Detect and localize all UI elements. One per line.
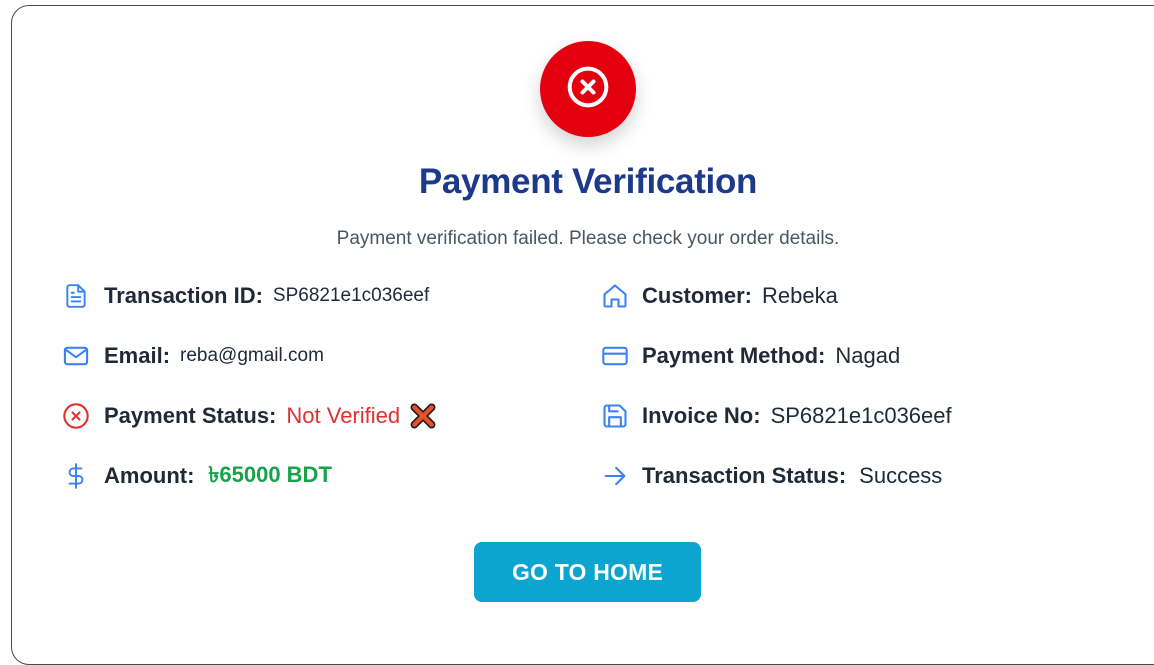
dollar-sign-icon [61, 461, 91, 491]
email-value: reba@gmail.com [180, 345, 324, 366]
status-error-badge [540, 41, 636, 137]
customer-label: Customer: [642, 283, 753, 308]
page-subtitle: Payment verification failed. Please chec… [336, 228, 840, 249]
cross-mark-icon [410, 403, 436, 429]
save-icon [600, 401, 630, 431]
customer-row: Customer: Rebeka [600, 281, 838, 311]
x-circle-icon [566, 65, 610, 114]
go-to-home-button[interactable]: GO TO HOME [474, 542, 701, 602]
payment-method-row: Payment Method: Nagad [600, 341, 900, 371]
customer-value: Rebeka [762, 283, 838, 308]
email-row: Email: reba@gmail.com [61, 341, 324, 371]
transaction-status-row: Transaction Status: Success [600, 461, 942, 491]
payment-method-label: Payment Method: [642, 343, 826, 368]
mail-icon [61, 341, 91, 371]
amount-row: Amount: ৳65000 BDT [61, 461, 332, 491]
email-label: Email: [104, 343, 171, 368]
amount-label: Amount: [104, 463, 195, 488]
payment-status-label: Payment Status: [104, 403, 277, 428]
invoice-no-value: SP6821e1c036eef [770, 403, 952, 428]
payment-status-row: Payment Status: Not Verified [61, 401, 436, 431]
transaction-id-label: Transaction ID: [104, 283, 263, 308]
transaction-status-value: Success [859, 463, 943, 488]
payment-method-value: Nagad [835, 343, 901, 368]
invoice-no-row: Invoice No: SP6821e1c036eef [600, 401, 952, 431]
transaction-status-label: Transaction Status: [642, 463, 847, 488]
home-icon [600, 281, 630, 311]
amount-value: ৳65000 BDT [208, 461, 332, 487]
invoice-no-label: Invoice No: [642, 403, 761, 428]
transaction-id-value: SP6821e1c036eef [272, 285, 430, 306]
x-circle-icon [61, 401, 91, 431]
credit-card-icon [600, 341, 630, 371]
file-text-icon [61, 281, 91, 311]
transaction-id-row: Transaction ID: SP6821e1c036eef [61, 281, 429, 311]
page-title: Payment Verification [418, 162, 758, 201]
payment-status-value: Not Verified [286, 403, 401, 428]
arrow-right-icon [600, 461, 630, 491]
